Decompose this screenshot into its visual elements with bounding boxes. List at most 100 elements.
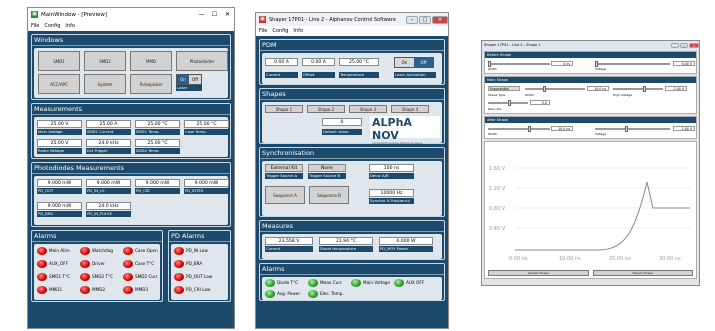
maximize-icon[interactable]: ☐: [208, 11, 221, 18]
alarm-led-icon: [123, 260, 133, 268]
menu-file[interactable]: File: [259, 28, 267, 34]
upload-shape-button[interactable]: Upload Shape: [488, 270, 589, 276]
alarm-label: Diode T°C: [277, 280, 299, 285]
measurement-value: 24.0 kHz: [86, 139, 131, 147]
frequency-input[interactable]: 10000 Hz: [369, 189, 414, 197]
menu-info[interactable]: Info: [293, 28, 302, 34]
maximize-icon[interactable]: □: [419, 15, 431, 24]
shape-type-label: Shape Type: [488, 93, 506, 97]
trigger-a-label: Trigger Source A: [265, 173, 303, 179]
alarm-led-icon: [173, 286, 184, 294]
sequence-a-button[interactable]: Sequence A: [265, 186, 305, 204]
shape-3-button[interactable]: Shape 3: [349, 105, 387, 113]
app-icon: ▣: [259, 16, 266, 23]
shape-type-select[interactable]: Exponential: [488, 86, 520, 91]
high-voltage-slider[interactable]: [613, 86, 663, 92]
close-icon[interactable]: ✕: [432, 15, 448, 24]
after-width-slider[interactable]: [488, 126, 550, 132]
acc-apc-button[interactable]: ACC/APC: [38, 74, 80, 94]
alarm-led-icon: [123, 273, 133, 281]
section-title: PD Alarms: [168, 231, 230, 242]
default-value-input[interactable]: 0: [322, 118, 362, 126]
measurement-label: Case Temp.: [184, 129, 229, 135]
window-title: Shaper 17P01 - Line 2 - Alphanov Control…: [269, 16, 396, 23]
alarm-led-icon: [37, 247, 47, 255]
pulsepicker-button[interactable]: Pulsepicker: [130, 74, 172, 94]
section-title: Alarms: [260, 264, 444, 275]
laser-activation-toggle[interactable]: On Off: [394, 57, 434, 68]
x-tick-label: 30.00 ns: [659, 256, 681, 262]
smd2-button[interactable]: SMD2: [84, 51, 126, 71]
after-voltage-input[interactable]: 1.00 V: [673, 126, 695, 131]
system-button[interactable]: System: [84, 74, 126, 94]
minimize-icon[interactable]: –: [671, 42, 679, 48]
close-icon[interactable]: ✕: [689, 42, 699, 48]
photodiode-value: 9.000 mW: [135, 179, 180, 187]
alarm-led-icon: [173, 247, 184, 255]
minimize-icon[interactable]: –: [406, 15, 418, 24]
photodiodes-button[interactable]: Photodiodes: [176, 51, 228, 71]
section-title: Synchronisation: [260, 148, 444, 159]
photodiode-value: 9.000 mW: [184, 179, 229, 187]
minimize-icon[interactable]: —: [195, 11, 208, 18]
alarm-led-icon: [37, 260, 47, 268]
section-title: Alarms: [32, 231, 162, 242]
voltage-label: Voltage: [595, 67, 607, 71]
sequence-b-button[interactable]: Sequence B: [309, 186, 349, 204]
delay-input[interactable]: 100 ns: [369, 164, 414, 172]
close-icon[interactable]: ✕: [221, 11, 234, 18]
measurement-value: 25.00 °C: [135, 120, 180, 128]
shape-2-button[interactable]: Shape 2: [307, 105, 345, 113]
shape-1-button[interactable]: Shape 1: [265, 105, 303, 113]
laser-toggle[interactable]: On Off: [176, 74, 202, 85]
after-voltage-slider[interactable]: [595, 126, 670, 132]
before-voltage-input[interactable]: 0.00 V: [673, 61, 695, 66]
photodiode-label: PD_CRI: [135, 188, 180, 194]
main-width-input[interactable]: 10.0 ns: [587, 86, 609, 91]
shape-4-button[interactable]: Shape 4: [391, 105, 429, 113]
menu-config[interactable]: Config: [272, 28, 288, 34]
shape-chart: 1.60 V 1.20 V 0.80 V 0.40 V 0.00 ns 10.00 ns 2…: [484, 141, 697, 279]
photodiode-label: PD_OUT: [37, 188, 82, 194]
alarm-label: Mean Curr.: [320, 280, 343, 285]
temperature-input[interactable]: 25.00 °C: [339, 58, 379, 66]
before-voltage-slider[interactable]: [595, 61, 670, 67]
smd1-button[interactable]: SMD1: [38, 51, 80, 71]
mmd-button[interactable]: MMD: [130, 51, 172, 71]
alphanov-logo: ALPhA NOV Centre Technologique Optique e…: [370, 116, 440, 145]
alarm-led-icon: [37, 286, 47, 294]
shapes-section: Shapes Shape 1 Shape 2 Shape 3 Shape 4 0…: [259, 88, 445, 145]
before-width-slider[interactable]: [488, 61, 550, 67]
title-bar: ▣ Shaper 17P01 - Line 2 - Alphanov Contr…: [256, 13, 448, 26]
maximize-icon[interactable]: □: [680, 42, 688, 48]
menu-bar: File Config Info: [28, 21, 234, 31]
menu-config[interactable]: Config: [44, 23, 60, 29]
offset-input[interactable]: 0.00 A: [302, 58, 335, 66]
before-width-input[interactable]: 0 ns: [551, 61, 573, 66]
trigger-source-b-select[interactable]: None: [308, 164, 346, 172]
trigger-source-a-select[interactable]: External Kit: [265, 164, 303, 172]
main-width-slider[interactable]: [525, 86, 585, 92]
alarm-label: SMD1 T°C: [49, 274, 71, 279]
pd-alarm-label: PD_CRI Low: [185, 287, 211, 292]
measurement-value: 25.00 °C: [184, 120, 229, 128]
rise-rate-input[interactable]: 5.0: [530, 100, 550, 105]
after-width-input[interactable]: 10.0 ns: [551, 126, 573, 131]
export-shape-button[interactable]: Export Shape: [592, 270, 693, 276]
alarm-label: Watchdog: [92, 248, 113, 253]
frequency-label: Synchro A Frequency: [369, 198, 414, 204]
rise-rate-slider[interactable]: [488, 100, 528, 106]
alarm-label: MMD2: [92, 287, 106, 292]
app-icon: ▣: [31, 11, 38, 18]
alarm-led-icon: [80, 247, 90, 255]
menu-file[interactable]: File: [31, 23, 39, 29]
photodiode-value: 24.0 kHz: [86, 202, 131, 210]
delay-label: Delay A/B: [369, 173, 414, 179]
section-title: PDM: [260, 40, 444, 51]
offset-label: Offset: [302, 72, 335, 78]
alarm-label: AUX OFF: [406, 280, 425, 285]
high-voltage-input[interactable]: 2.00 V: [665, 86, 687, 91]
menu-info[interactable]: Info: [65, 23, 74, 29]
alarm-label: MMD1: [49, 287, 63, 292]
current-input[interactable]: 0.00 A: [265, 58, 298, 66]
